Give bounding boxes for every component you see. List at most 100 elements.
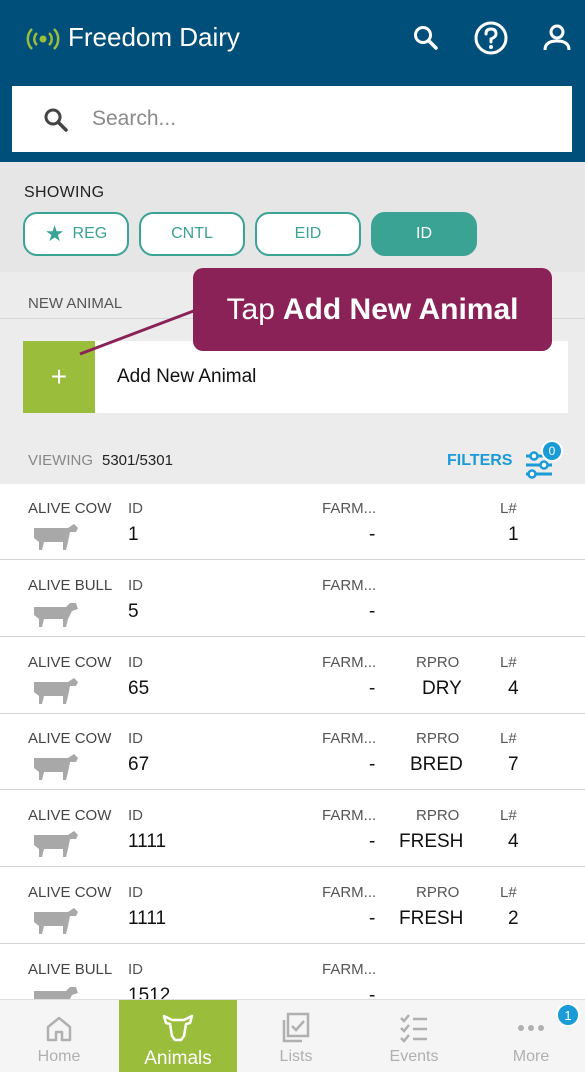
more-icon [518, 1025, 544, 1031]
lactation-label: L# [500, 500, 517, 517]
viewing-label: VIEWING [28, 452, 94, 469]
id-value: 1111 [128, 831, 167, 852]
lactation-value: 2 [508, 908, 519, 929]
farm-label: FARM... [322, 577, 377, 594]
nav-label: More [512, 1048, 550, 1065]
help-icon[interactable] [473, 20, 509, 56]
id-label: ID [128, 807, 143, 824]
chip-cntl[interactable]: CNTL [139, 212, 245, 256]
cow-icon [34, 908, 78, 934]
id-label: ID [128, 654, 143, 671]
farm-label: FARM... [322, 884, 377, 901]
farm-label: FARM... [322, 654, 377, 671]
list-item[interactable]: ALIVE COW ID 67 FARM... - RPRO BRED L# 7 [0, 714, 585, 790]
lactation-label: L# [500, 730, 517, 747]
bull-icon [34, 603, 78, 627]
id-label: ID [128, 961, 143, 978]
signal-icon [26, 28, 60, 50]
cow-icon [34, 524, 78, 550]
nav-home[interactable]: Home [0, 1000, 118, 1072]
add-new-animal-label: Add New Animal [117, 366, 257, 387]
lactation-label: L# [500, 807, 517, 824]
tooltip-prefix: Tap [226, 292, 275, 326]
chip-label: EID [294, 225, 322, 242]
rpro-value: FRESH [399, 831, 464, 852]
nav-label: Lists [279, 1048, 313, 1065]
list-item[interactable]: ALIVE COW ID 1 FARM... - L# 1 [0, 484, 585, 560]
search-icon[interactable] [408, 20, 444, 56]
list-item[interactable]: ALIVE BULL ID 5 FARM... - [0, 561, 585, 637]
search-input[interactable] [92, 98, 552, 140]
animal-status: ALIVE BULL [28, 961, 113, 978]
chip-label: ID [416, 225, 432, 242]
nav-lists[interactable]: Lists [237, 1000, 355, 1072]
nav-label: Events [389, 1048, 439, 1065]
lactation-value: 4 [508, 831, 519, 852]
farm-value: - [369, 831, 376, 852]
list-item[interactable]: ALIVE COW ID 65 FARM... - RPRO DRY L# 4 [0, 638, 585, 714]
animal-status: ALIVE COW [28, 807, 112, 824]
id-label: ID [128, 577, 143, 594]
plus-icon: + [23, 341, 95, 413]
rpro-label: RPRO [416, 807, 460, 824]
cow-icon [34, 831, 78, 857]
chip-eid[interactable]: EID [255, 212, 361, 256]
lists-icon [282, 1012, 310, 1043]
animal-status: ALIVE BULL [28, 577, 113, 594]
showing-label: SHOWING [24, 184, 105, 201]
id-label: ID [128, 730, 143, 747]
farm-label: FARM... [322, 500, 377, 517]
animal-status: ALIVE COW [28, 884, 112, 901]
rpro-label: RPRO [416, 730, 460, 747]
chip-reg[interactable]: ★ REG [23, 212, 129, 256]
lactation-label: L# [500, 654, 517, 671]
events-icon [400, 1014, 427, 1043]
filter-count-badge: 0 [541, 440, 563, 462]
id-label: ID [128, 884, 143, 901]
farm-value: - [369, 754, 376, 775]
farm-value: - [369, 678, 376, 699]
search-bar[interactable] [12, 86, 572, 152]
rpro-value: DRY [422, 678, 462, 699]
lactation-value: 1 [508, 524, 519, 545]
id-value: 5 [128, 601, 139, 622]
more-notification-badge: 1 [556, 1003, 580, 1027]
rpro-value: BRED [410, 754, 463, 775]
animal-list: ALIVE COW ID 1 FARM... - L# 1 ALIVE BULL… [0, 484, 585, 1000]
rpro-value: FRESH [399, 908, 464, 929]
home-icon [46, 1016, 72, 1042]
tooltip-callout: Tap Add New Animal [193, 268, 552, 351]
nav-label: Animals [144, 1048, 212, 1069]
id-value: 67 [128, 754, 150, 775]
viewing-bar: VIEWING 5301/5301 FILTERS 0 [0, 438, 585, 484]
nav-animals[interactable]: Animals [119, 1000, 237, 1072]
animal-status: ALIVE COW [28, 500, 112, 517]
chip-label: REG [72, 225, 108, 242]
list-item[interactable]: ALIVE COW ID 1111 FARM... - RPRO FRESH L… [0, 791, 585, 867]
list-item[interactable]: ALIVE COW ID 1111 FARM... - RPRO FRESH L… [0, 868, 585, 944]
lactation-value: 4 [508, 678, 519, 699]
filters-button[interactable]: FILTERS [447, 452, 512, 470]
lactation-value: 7 [508, 754, 519, 775]
nav-label: Home [37, 1048, 81, 1065]
showing-panel: SHOWING ★ REG CNTL EID ID [0, 162, 585, 272]
rpro-label: RPRO [416, 654, 460, 671]
farm-value: - [369, 601, 376, 622]
cow-icon [34, 754, 78, 780]
account-icon[interactable] [539, 20, 575, 56]
chip-id[interactable]: ID [371, 212, 477, 256]
nav-events[interactable]: Events [355, 1000, 473, 1072]
rpro-label: RPRO [416, 884, 460, 901]
id-label: ID [128, 500, 143, 517]
cow-head-icon [162, 1014, 194, 1042]
list-item[interactable]: ALIVE BULL ID 1512 FARM... - [0, 945, 585, 1000]
farm-value: - [369, 985, 376, 1000]
lactation-label: L# [500, 884, 517, 901]
id-value: 1 [128, 524, 139, 545]
farm-label: FARM... [322, 730, 377, 747]
app-header: Freedom Dairy [0, 0, 585, 162]
cow-icon [34, 678, 78, 704]
app-title: Freedom Dairy [68, 22, 240, 52]
add-new-animal-button[interactable]: + Add New Animal [23, 341, 568, 413]
id-value: 1512 [128, 985, 171, 1000]
